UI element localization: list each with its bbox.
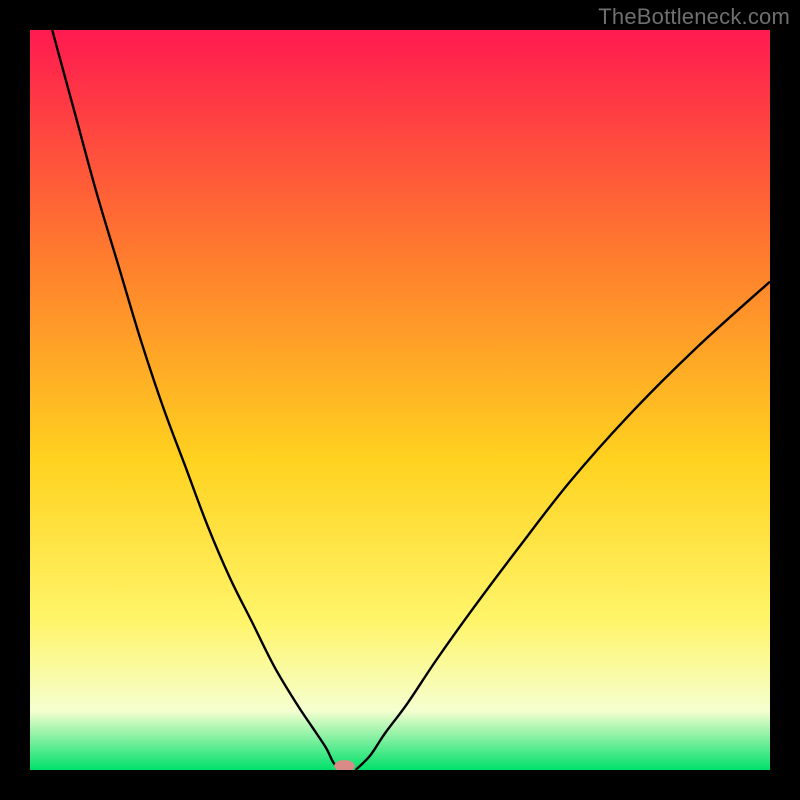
bottleneck-chart [30,30,770,770]
plot-area [30,30,770,770]
gradient-background [30,30,770,770]
watermark-text: TheBottleneck.com [598,4,790,30]
chart-frame: TheBottleneck.com [0,0,800,800]
